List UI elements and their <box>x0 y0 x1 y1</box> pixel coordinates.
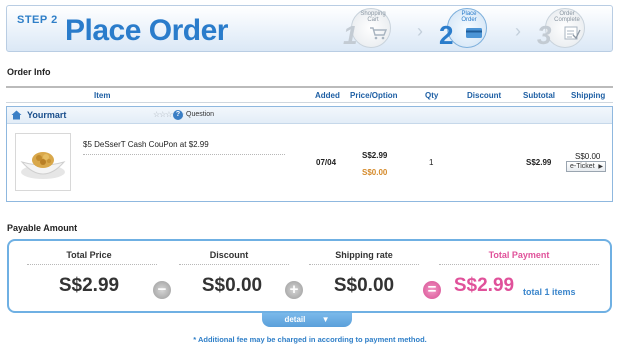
chevron-down-icon: ▼ <box>321 315 330 324</box>
step-number-3: 3 <box>537 20 552 50</box>
col-discount: Discount <box>467 91 502 100</box>
home-icon <box>11 110 22 120</box>
divider <box>179 264 289 265</box>
dropdown-arrow-icon: ▶ <box>598 164 603 170</box>
order-info-heading: Order Info <box>7 67 51 77</box>
seller-row: Yourmart ☆☆☆☆☆ ? Question <box>7 107 612 124</box>
total-price-value: S$2.99 <box>58 275 120 296</box>
discount-value: S$0.00 <box>201 275 263 296</box>
total-price-label: Total Price <box>66 250 112 260</box>
item-name[interactable]: $5 DeSserT Cash CouPon at $2.99 <box>83 140 209 149</box>
payment-fee-note: * Additional fee may be charged in accor… <box>193 335 427 344</box>
card-icon <box>466 28 482 38</box>
step-shopping-cart[interactable]: Shopping Cart 1 <box>343 8 401 50</box>
total-items-count: total 1 items <box>523 287 576 297</box>
question-link[interactable]: Question <box>186 111 214 118</box>
shipping-method-select[interactable]: e-Ticket ▶ <box>566 161 606 172</box>
total-payment-value: S$2.99 <box>453 275 515 296</box>
total-payment-label: Total Payment <box>488 250 550 260</box>
col-shipping: Shipping <box>571 91 606 100</box>
step-number-1: 1 <box>343 20 358 50</box>
detail-toggle-button[interactable]: detail ▼ <box>262 313 352 327</box>
col-qty: Qty <box>425 91 439 100</box>
payable-box: Total Price Discount Shipping rate Total… <box>7 239 612 313</box>
step-label: STEP 2 <box>17 14 58 26</box>
step-label-3: Order Complete <box>554 11 580 23</box>
equals-icon: = <box>423 281 441 299</box>
option-price: S$0.00 <box>362 168 388 177</box>
question-icon[interactable]: ? <box>173 110 183 120</box>
step-label-1: Shopping Cart <box>360 11 386 23</box>
product-thumbnail[interactable] <box>15 133 71 191</box>
item-qty: 1 <box>429 158 434 167</box>
page-title: Place Order <box>65 14 228 47</box>
chevron-right-icon: › <box>515 21 521 41</box>
divider <box>309 264 419 265</box>
shipping-method-value: e-Ticket <box>570 163 595 170</box>
cart-icon <box>370 27 387 40</box>
step-order-complete[interactable]: Order Complete 3 <box>537 8 595 50</box>
col-subtotal: Subtotal <box>523 91 555 100</box>
shipping-fee: S$0.00 <box>575 152 601 161</box>
item-subtotal: S$2.99 <box>526 158 552 167</box>
order-box: Yourmart ☆☆☆☆☆ ? Question $5 DeSserT Cas… <box>6 106 613 202</box>
item-price: S$2.99 <box>362 151 388 160</box>
divider <box>439 264 599 265</box>
step-place-order[interactable]: Place Order 2 <box>439 8 497 50</box>
plus-icon: + <box>285 281 303 299</box>
step-number-2: 2 <box>439 20 454 50</box>
col-item: Item <box>94 91 111 100</box>
step-banner: STEP 2 Place Order Shopping Cart 1 › Pla… <box>6 5 613 52</box>
col-added: Added <box>315 91 340 100</box>
step-label-2: Place Order <box>461 11 477 23</box>
dessert-image <box>20 152 66 179</box>
chevron-right-icon: › <box>417 21 423 41</box>
payable-amount-heading: Payable Amount <box>7 223 78 233</box>
minus-icon: − <box>153 281 171 299</box>
divider <box>27 264 157 265</box>
order-table-header: Item Added Price/Option Qty Discount Sub… <box>6 86 613 103</box>
checklist-icon <box>564 26 581 40</box>
seller-name[interactable]: Yourmart <box>27 110 66 120</box>
shipping-rate-value: S$0.00 <box>333 275 395 296</box>
detail-label: detail <box>284 315 306 324</box>
discount-label: Discount <box>209 250 249 260</box>
col-price-option: Price/Option <box>350 91 398 100</box>
added-date: 07/04 <box>316 158 337 167</box>
item-divider <box>83 154 285 155</box>
shipping-rate-label: Shipping rate <box>335 250 393 260</box>
